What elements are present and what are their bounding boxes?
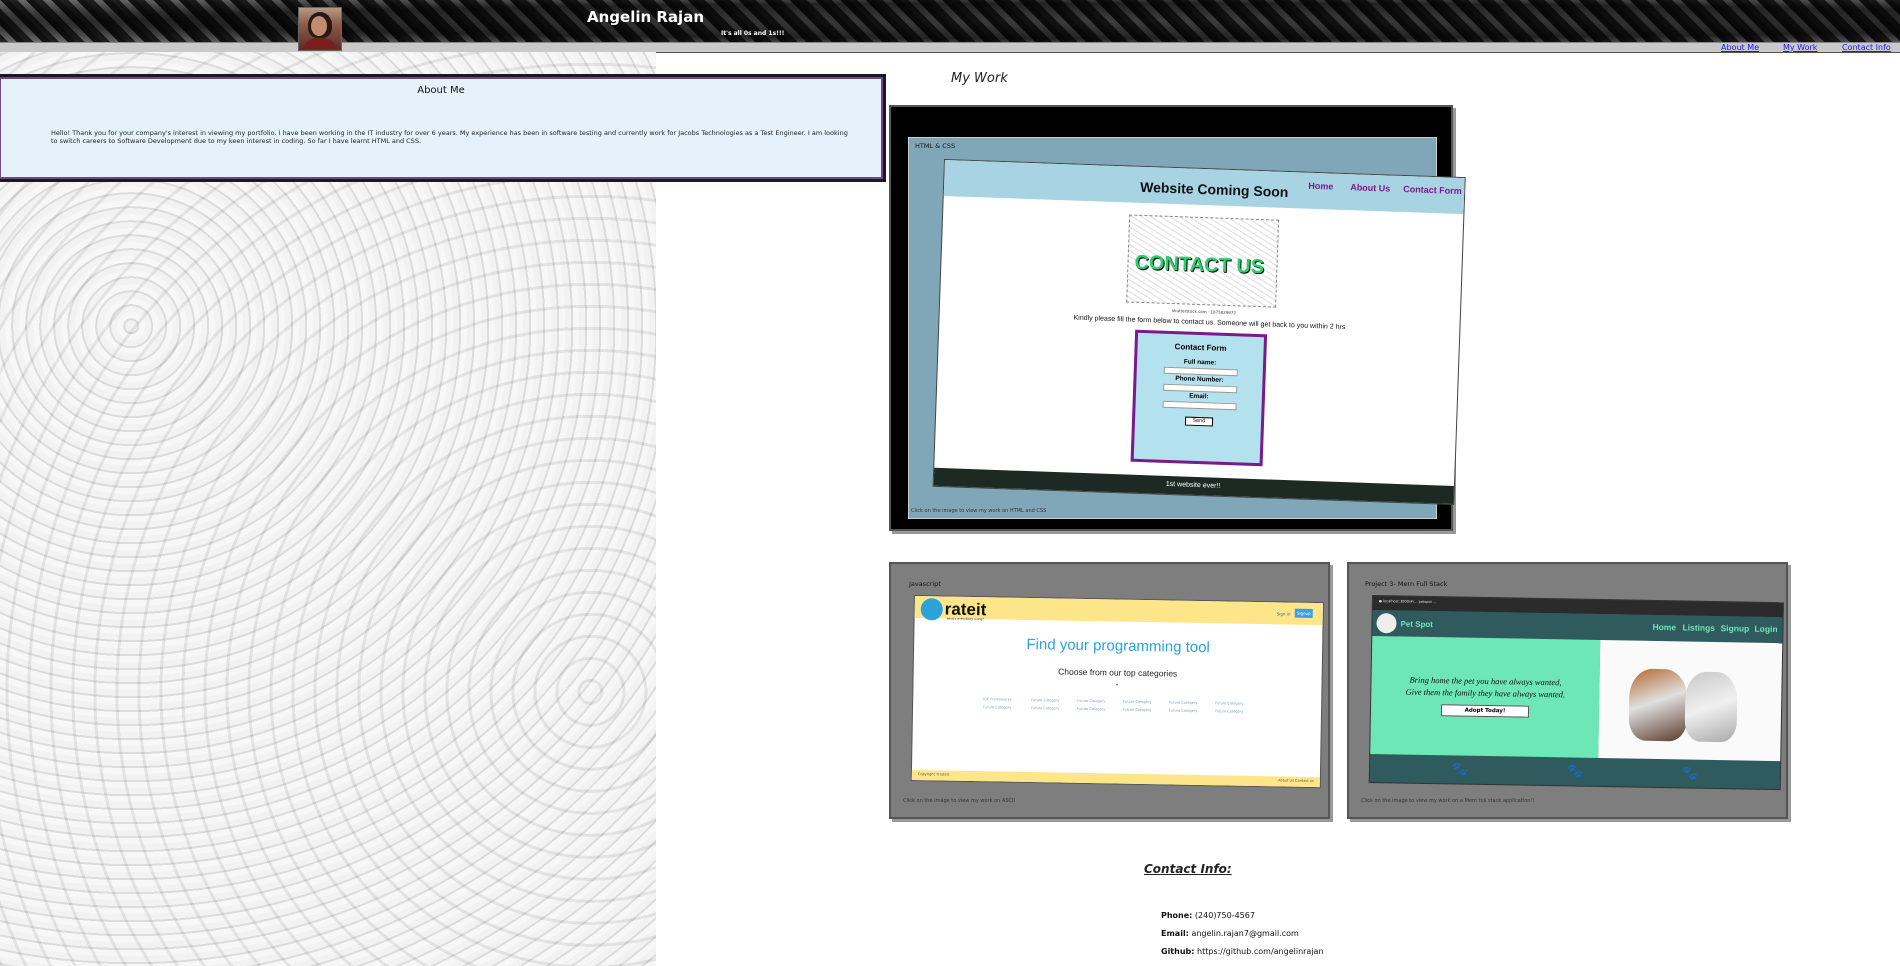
work-title: My Work — [951, 71, 1008, 86]
project-card-mern: Project 3- Mern Full Stack ● localhost:3… — [1347, 562, 1788, 819]
preview-nav-home: Home — [1308, 180, 1334, 192]
about-section: About Me Hello! Thank you for your compa… — [0, 74, 886, 182]
project-image-javascript[interactable]: rateit what's everybody using? Sign in S… — [911, 596, 1323, 788]
contact-phone: Phone: (240)750-4567 — [1161, 911, 1255, 920]
nav-link-about-me[interactable]: About Me — [1721, 43, 1759, 52]
avatar — [298, 7, 342, 51]
project-label: HTML & CSS — [915, 142, 956, 150]
site-header — [0, 0, 1900, 42]
nav-link-my-work[interactable]: My Work — [1783, 43, 1817, 52]
pets-photo — [1598, 639, 1783, 762]
project-image-mern[interactable]: ● localhost:3000/#/... petspot ... Pet S… — [1369, 596, 1783, 790]
project-caption: Click on the image to view my work on AS… — [903, 798, 1015, 804]
project-image-html-css[interactable]: Website Coming Soon Home About Us Contac… — [933, 160, 1465, 504]
site-tagline: It's all 0s and 1s!!! — [721, 30, 785, 37]
site-title: Angelin Rajan — [587, 8, 704, 26]
project-frame: HTML & CSS Website Coming Soon Home Abou… — [908, 137, 1465, 519]
about-title: About Me — [417, 85, 465, 96]
project-card-javascript: Javascript rateit what's everybody using… — [889, 562, 1330, 819]
project-caption: Click on the image to view my work on HT… — [911, 508, 1047, 514]
project-card-html-css: HTML & CSS Website Coming Soon Home Abou… — [889, 105, 1465, 531]
project-label: Javascript — [909, 580, 941, 588]
project-label: Project 3- Mern Full Stack — [1365, 580, 1448, 588]
contact-us-illustration: CONTACT US — [1126, 214, 1280, 308]
preview-heading: Website Coming Soon — [1139, 178, 1289, 200]
about-text: Hello! Thank you for your company's inte… — [51, 129, 848, 145]
paw-icon: 🐾 — [1566, 764, 1584, 780]
contact-title: Contact Info: — [1144, 862, 1232, 876]
preview-nav-about: About Us — [1350, 182, 1391, 194]
paw-icon: 🐾 — [1681, 766, 1699, 782]
project-caption: Click on the image to view my work on a … — [1361, 798, 1535, 804]
contact-email: Email: angelin.rajan7@gmail.com — [1161, 929, 1299, 938]
paw-icon: 🐾 — [1451, 762, 1469, 778]
rateit-logo-icon — [920, 598, 943, 621]
preview-contact-form: Contact Form Full name: Phone Number: Em… — [1130, 329, 1268, 467]
nav-link-contact-info[interactable]: Contact Info — [1842, 43, 1891, 52]
preview-nav-contact: Contact Form — [1403, 184, 1462, 197]
textured-background — [0, 52, 656, 966]
contact-github: Github: https://github.com/angelinrajan — [1161, 947, 1324, 956]
preview-instructions: Kindly please fill the form below to con… — [1073, 314, 1346, 332]
